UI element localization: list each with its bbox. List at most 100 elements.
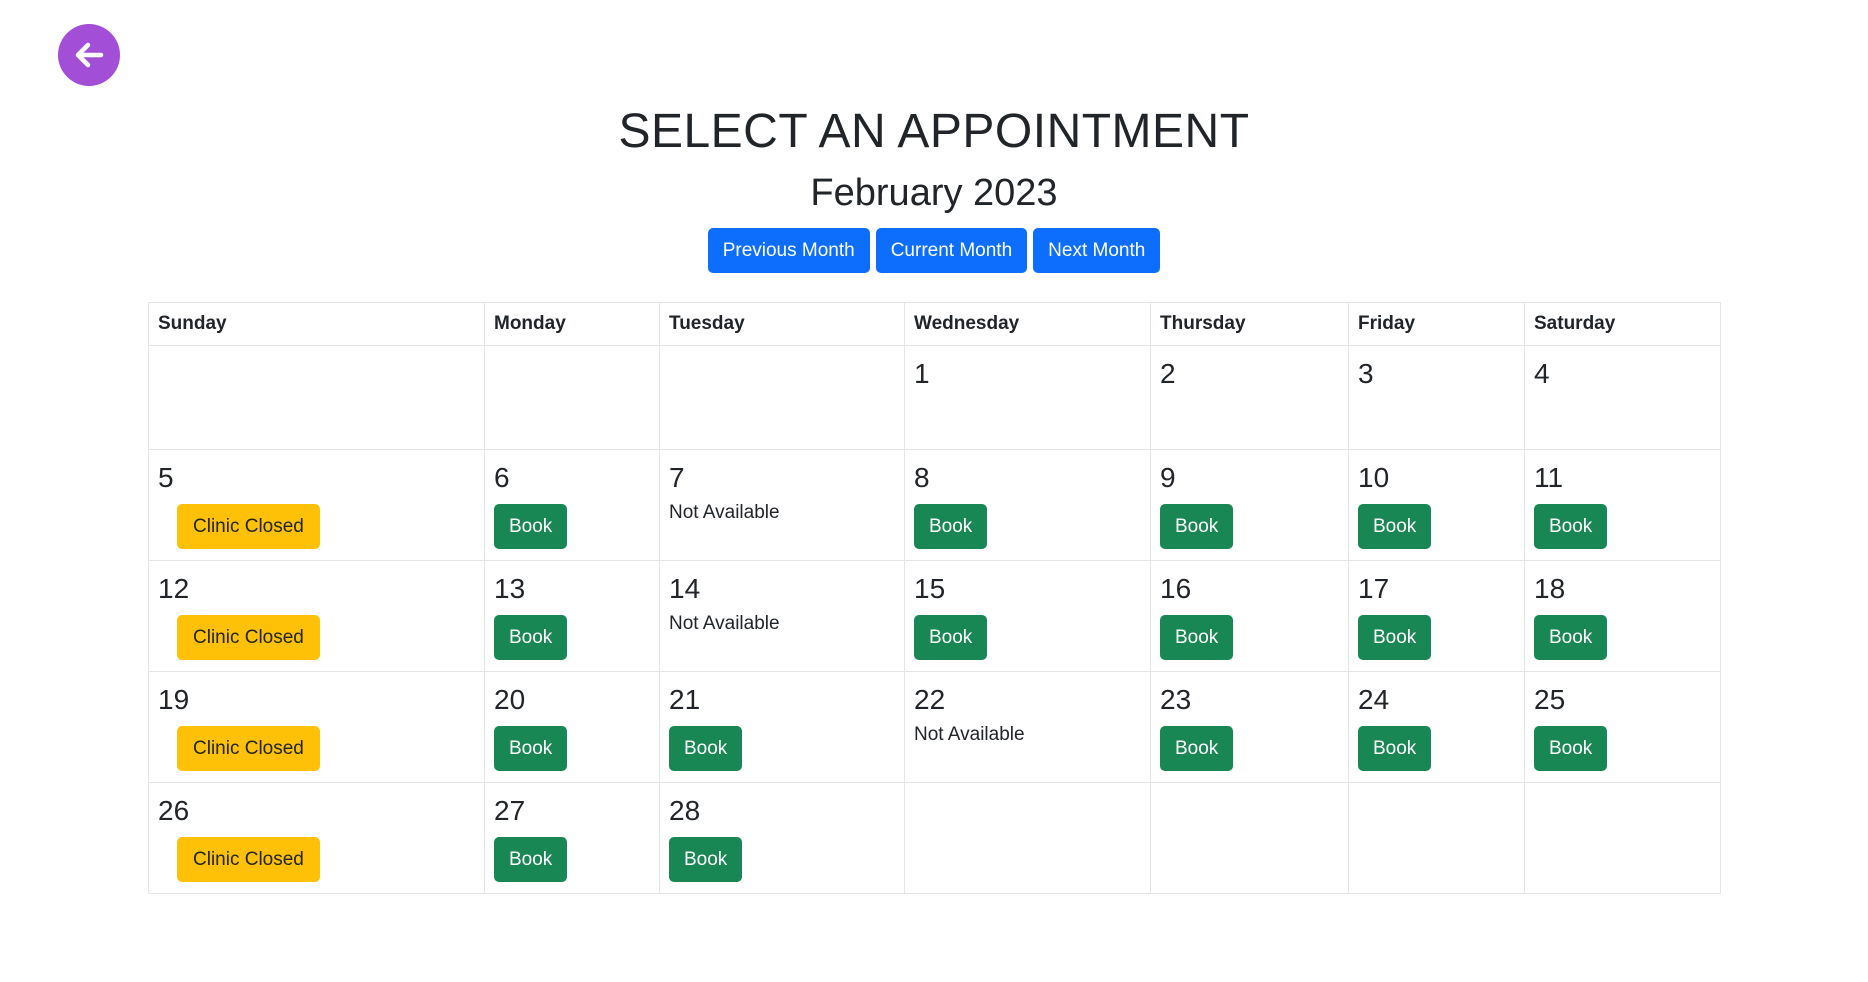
calendar-week-row: 5 Clinic Closed 6 Book 7 Not Available 8 Book 9 B… [148, 449, 1721, 561]
day-number: 11 [1534, 462, 1564, 493]
calendar-week-row: 1 2 3 4 [148, 345, 1721, 450]
previous-month-button[interactable]: Previous Month [707, 228, 870, 273]
day-number: 28 [669, 795, 701, 826]
book-button[interactable]: Book [1534, 504, 1608, 549]
arrow-left-circle-icon [67, 33, 111, 77]
book-button[interactable]: Book [1358, 504, 1432, 549]
calendar-day-cell: 20 Book [484, 671, 660, 783]
clinic-closed-button[interactable]: Clinic Closed [177, 504, 320, 549]
month-navigation: Previous Month Current Month Next Month [0, 228, 1868, 273]
clinic-closed-button[interactable]: Clinic Closed [177, 726, 320, 771]
calendar-day-cell [1348, 782, 1525, 894]
book-button[interactable]: Book [669, 837, 743, 882]
book-button[interactable]: Book [914, 504, 988, 549]
day-number: 13 [494, 573, 526, 604]
next-month-button[interactable]: Next Month [1033, 228, 1161, 273]
calendar-day-cell: 4 [1524, 345, 1721, 450]
weekday-header: Thursday [1150, 302, 1349, 346]
not-available-label: Not Available [914, 724, 1025, 745]
calendar-day-cell: 11 Book [1524, 449, 1721, 561]
weekday-header: Wednesday [904, 302, 1151, 346]
calendar-day-cell: 15 Book [904, 560, 1151, 672]
calendar-day-cell: 3 [1348, 345, 1525, 450]
calendar-day-cell: 21 Book [659, 671, 905, 783]
book-button[interactable]: Book [1358, 726, 1432, 771]
day-number: 20 [494, 684, 526, 715]
weekday-header: Saturday [1524, 302, 1721, 346]
clinic-closed-button[interactable]: Clinic Closed [177, 615, 320, 660]
book-button[interactable]: Book [1358, 615, 1432, 660]
day-number: 12 [158, 573, 190, 604]
calendar-day-cell: 8 Book [904, 449, 1151, 561]
day-number: 2 [1160, 358, 1176, 389]
day-number: 3 [1358, 358, 1374, 389]
day-number: 1 [914, 358, 930, 389]
calendar-day-cell: 2 [1150, 345, 1349, 450]
calendar-day-cell: 24 Book [1348, 671, 1525, 783]
book-button[interactable]: Book [669, 726, 743, 771]
day-number: 19 [158, 684, 190, 715]
calendar-day-cell: 16 Book [1150, 560, 1349, 672]
calendar-day-cell: 27 Book [484, 782, 660, 894]
calendar-day-cell [148, 345, 485, 450]
calendar-day-cell: 10 Book [1348, 449, 1525, 561]
calendar-day-cell [484, 345, 660, 450]
calendar-day-cell: 18 Book [1524, 560, 1721, 672]
book-button[interactable]: Book [494, 837, 568, 882]
book-button[interactable]: Book [1160, 726, 1234, 771]
day-number: 10 [1358, 462, 1390, 493]
calendar-table: Sunday Monday Tuesday Wednesday Thursday… [148, 302, 1721, 894]
day-number: 14 [669, 573, 701, 604]
page-title: SELECT AN APPOINTMENT [618, 105, 1250, 158]
calendar-day-cell: 7 Not Available [659, 449, 905, 561]
current-month-button[interactable]: Current Month [875, 228, 1028, 273]
calendar-day-cell [659, 345, 905, 450]
day-number: 4 [1534, 358, 1550, 389]
calendar-day-cell: 22 Not Available [904, 671, 1151, 783]
day-number: 27 [494, 795, 526, 826]
book-button[interactable]: Book [1160, 615, 1234, 660]
book-button[interactable]: Book [914, 615, 988, 660]
book-button[interactable]: Book [494, 504, 568, 549]
calendar-day-cell [1524, 782, 1721, 894]
calendar-day-cell: 9 Book [1150, 449, 1349, 561]
day-number: 5 [158, 462, 174, 493]
weekday-header: Monday [484, 302, 660, 346]
day-number: 15 [914, 573, 946, 604]
calendar-day-cell: 6 Book [484, 449, 660, 561]
not-available-label: Not Available [669, 502, 780, 523]
weekday-header: Tuesday [659, 302, 905, 346]
calendar-day-cell [904, 782, 1151, 894]
book-button[interactable]: Book [494, 726, 568, 771]
calendar-day-cell: 26 Clinic Closed [148, 782, 485, 894]
day-number: 22 [914, 684, 946, 715]
calendar-day-cell: 13 Book [484, 560, 660, 672]
weekday-header: Friday [1348, 302, 1525, 346]
book-button[interactable]: Book [1534, 726, 1608, 771]
day-number: 21 [669, 684, 701, 715]
day-number: 9 [1160, 462, 1176, 493]
clinic-closed-button[interactable]: Clinic Closed [177, 837, 320, 882]
calendar-day-cell: 28 Book [659, 782, 905, 894]
month-title: February 2023 [810, 172, 1058, 214]
day-number: 6 [494, 462, 510, 493]
book-button[interactable]: Book [1534, 615, 1608, 660]
calendar-day-cell: 12 Clinic Closed [148, 560, 485, 672]
calendar-day-cell: 19 Clinic Closed [148, 671, 485, 783]
day-number: 25 [1534, 684, 1566, 715]
calendar-week-row: 12 Clinic Closed 13 Book 14 Not Available 15 Bo… [148, 560, 1721, 672]
day-number: 16 [1160, 573, 1192, 604]
day-number: 8 [914, 462, 930, 493]
calendar-day-cell: 23 Book [1150, 671, 1349, 783]
calendar-week-row: 26 Clinic Closed 27 Book 28 Book [148, 782, 1721, 894]
day-number: 24 [1358, 684, 1390, 715]
back-button[interactable] [58, 24, 120, 86]
calendar-week-row: 19 Clinic Closed 20 Book 21 Book 22 Not Availab… [148, 671, 1721, 783]
calendar-day-cell: 5 Clinic Closed [148, 449, 485, 561]
book-button[interactable]: Book [494, 615, 568, 660]
book-button[interactable]: Book [1160, 504, 1234, 549]
day-number: 26 [158, 795, 190, 826]
calendar-day-cell: 14 Not Available [659, 560, 905, 672]
day-number: 17 [1358, 573, 1390, 604]
day-number: 23 [1160, 684, 1192, 715]
